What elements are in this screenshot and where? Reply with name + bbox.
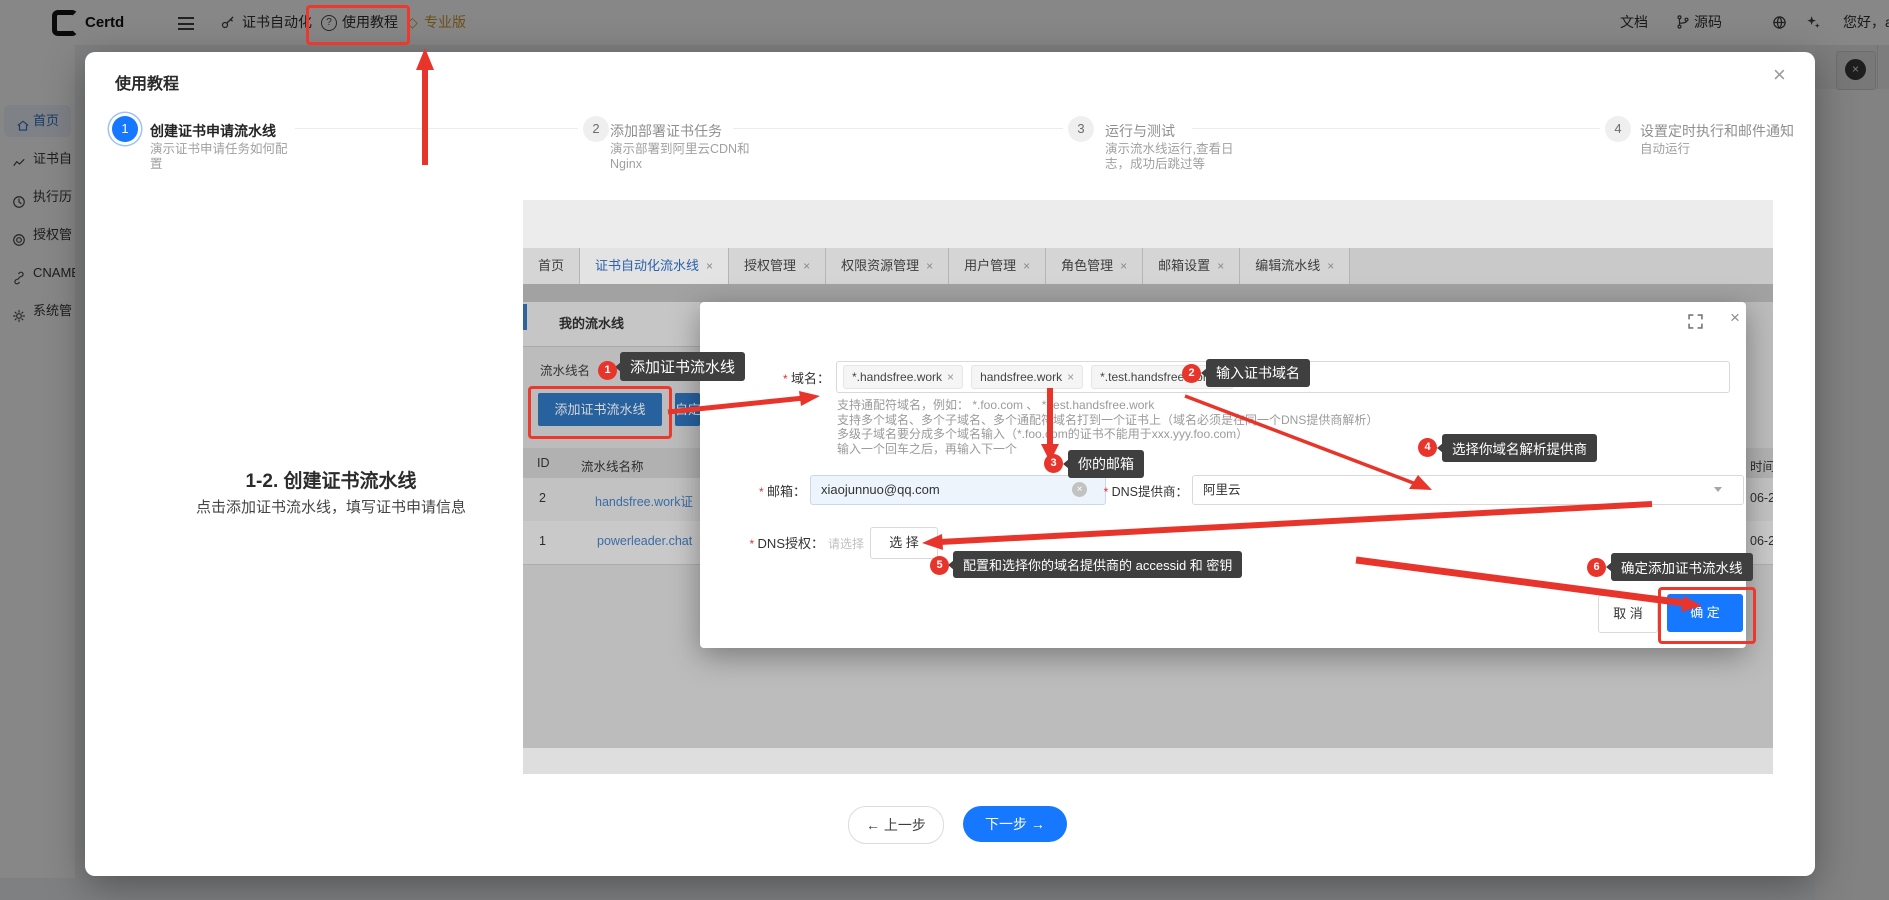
tab-close-icon[interactable]: × [1327,259,1334,273]
dns-auth-label: DNS授权： [700,533,824,552]
add-pipeline-dialog: × 域名： *.handsfree.work× handsfree.work× … [700,302,1746,648]
annotation-tip-4: 选择你域名解析提供商 [1442,434,1597,462]
prev-step-button[interactable]: ← 上一步 [848,806,944,844]
step-connector [295,128,578,129]
domain-helper-line: 支持多个域名、多个子域名、多个通配符域名打到一个证书上（域名必须是在同一个DNS… [837,413,1378,428]
embedded-tab-perm[interactable]: 权限资源管理× [826,248,949,284]
embedded-tab-email[interactable]: 邮箱设置× [1143,248,1240,284]
tab-close-icon[interactable]: × [706,259,713,273]
tab-close-icon[interactable]: × [1120,259,1127,273]
row-time: 06-2 [1750,534,1773,548]
embedded-header-band [523,200,1773,248]
annotation-badge-1: 1 [598,361,617,380]
step-4-indicator: 4 [1605,116,1631,142]
highlight-box-confirm [1658,587,1756,644]
annotation-tip-2: 输入证书域名 [1206,359,1310,387]
dialog-close-icon[interactable]: × [1730,308,1740,328]
highlight-box-tutorial [306,5,410,45]
annotation-tip-6: 确定添加证书流水线 [1611,553,1753,581]
domain-helper-line: 输入一个回车之后，再输入下一个 [837,442,1017,457]
next-step-button[interactable]: 下一步 → [963,806,1067,842]
tutorial-caption-desc: 点击添加证书流水线，填写证书申请信息 [131,496,531,517]
annotation-tip-3: 你的邮箱 [1068,450,1144,478]
step-3-indicator: 3 [1068,116,1094,142]
col-id: ID [537,456,550,470]
annotation-badge-4: 4 [1418,438,1437,457]
domain-helper-line: 多级子域名要分成多个域名输入（*.foo.com的证书不能用于xxx.yyy.f… [837,427,1248,442]
app-root: Certd 证书自动化 ? 使用教程 ◇ 专业版 文档 源码 您好，admi 首… [0,0,1889,900]
embedded-footer-band [523,748,1773,774]
email-input[interactable]: xiaojunnuo@qq.com [810,475,1106,505]
embedded-tab-home[interactable]: 首页 [523,248,580,284]
embedded-panel-title: 我的流水线 [559,313,624,332]
cancel-button[interactable]: 取 消 [1598,595,1658,633]
step-4-title: 设置定时执行和邮件通知 [1640,121,1794,141]
embedded-tab-edit[interactable]: 编辑流水线× [1240,248,1350,284]
col-name: 流水线名称 [581,456,644,475]
annotation-tip-5: 配置和选择你的域名提供商的 accessid 和 密钥 [953,551,1242,578]
email-field-label: 邮箱： [700,481,806,500]
annotation-tip-1: 添加证书流水线 [620,352,745,381]
domain-tag: handsfree.work× [971,365,1083,389]
step-3-title: 运行与测试 [1105,121,1175,141]
domain-helper-line: 支持通配符域名，例如： *.foo.com 、 *.test.handsfree… [837,398,1154,413]
clear-input-icon[interactable]: × [1072,482,1087,497]
tab-close-icon[interactable]: × [803,259,810,273]
annotation-badge-6: 6 [1587,558,1606,577]
embedded-tabbar: 首页 证书自动化流水线× 授权管理× 权限资源管理× 用户管理× 角色管理× 邮… [523,248,1773,284]
dns-provider-label: DNS提供商： [1088,481,1188,500]
col-time: 时间 [1750,456,1773,475]
row-time: 06-2 [1750,491,1773,505]
step-connector [1192,128,1600,129]
modal-close-icon[interactable]: × [1773,62,1786,88]
embedded-tab-user[interactable]: 用户管理× [949,248,1046,284]
modal-title: 使用教程 [115,70,179,94]
dns-provider-select[interactable]: 阿里云 [1192,475,1744,505]
annotation-badge-5: 5 [930,556,949,575]
tag-close-icon[interactable]: × [1067,370,1074,384]
tab-close-icon[interactable]: × [1217,259,1224,273]
embedded-tab-pipeline[interactable]: 证书自动化流水线× [580,248,729,284]
step-1-desc: 演示证书申请任务如何配置 [150,142,290,172]
embedded-tab-role[interactable]: 角色管理× [1046,248,1143,284]
fullscreen-icon[interactable] [1688,314,1703,334]
highlight-box-add-pipeline [528,386,672,439]
panel-accent-bar [523,304,527,330]
pipeline-link[interactable]: powerleader.chat [597,534,692,548]
step-2-indicator: 2 [583,116,609,142]
annotation-badge-2: 2 [1182,364,1201,383]
embedded-gap [523,284,1773,302]
tab-close-icon[interactable]: × [1023,259,1030,273]
domain-tag: *.handsfree.work× [843,365,963,389]
dns-auth-placeholder: 请选择 [828,535,864,552]
step-1-title: 创建证书申请流水线 [150,121,276,141]
step-1-indicator: 1 [112,116,138,142]
embedded-screenshot: 首页 证书自动化流水线× 授权管理× 权限资源管理× 用户管理× 角色管理× 邮… [523,200,1773,774]
embedded-tab-auth[interactable]: 授权管理× [729,248,826,284]
row-id: 2 [539,491,546,505]
tutorial-modal: 使用教程 × 1 创建证书申请流水线 演示证书申请任务如何配置 2 添加部署证书… [85,52,1815,876]
pipeline-link[interactable]: handsfree.work证 [595,491,693,510]
tag-close-icon[interactable]: × [947,370,954,384]
step-2-desc: 演示部署到阿里云CDN和Nginx [610,142,770,172]
step-3-desc: 演示流水线运行,查看日志，成功后跳过等 [1105,142,1253,172]
annotation-badge-3: 3 [1044,454,1063,473]
custom-pipeline-button[interactable]: 自定 [675,393,700,426]
step-4-desc: 自动运行 [1640,142,1840,157]
select-auth-button[interactable]: 选 择 [870,527,938,559]
tab-close-icon[interactable]: × [926,259,933,273]
row-id: 1 [539,534,546,548]
chevron-down-icon [1714,487,1722,492]
step-2-title: 添加部署证书任务 [610,121,722,141]
step-connector [733,128,1063,129]
tutorial-caption-title: 1-2. 创建证书流水线 [181,466,481,493]
pipeline-filter-label: 流水线名 [540,360,590,379]
